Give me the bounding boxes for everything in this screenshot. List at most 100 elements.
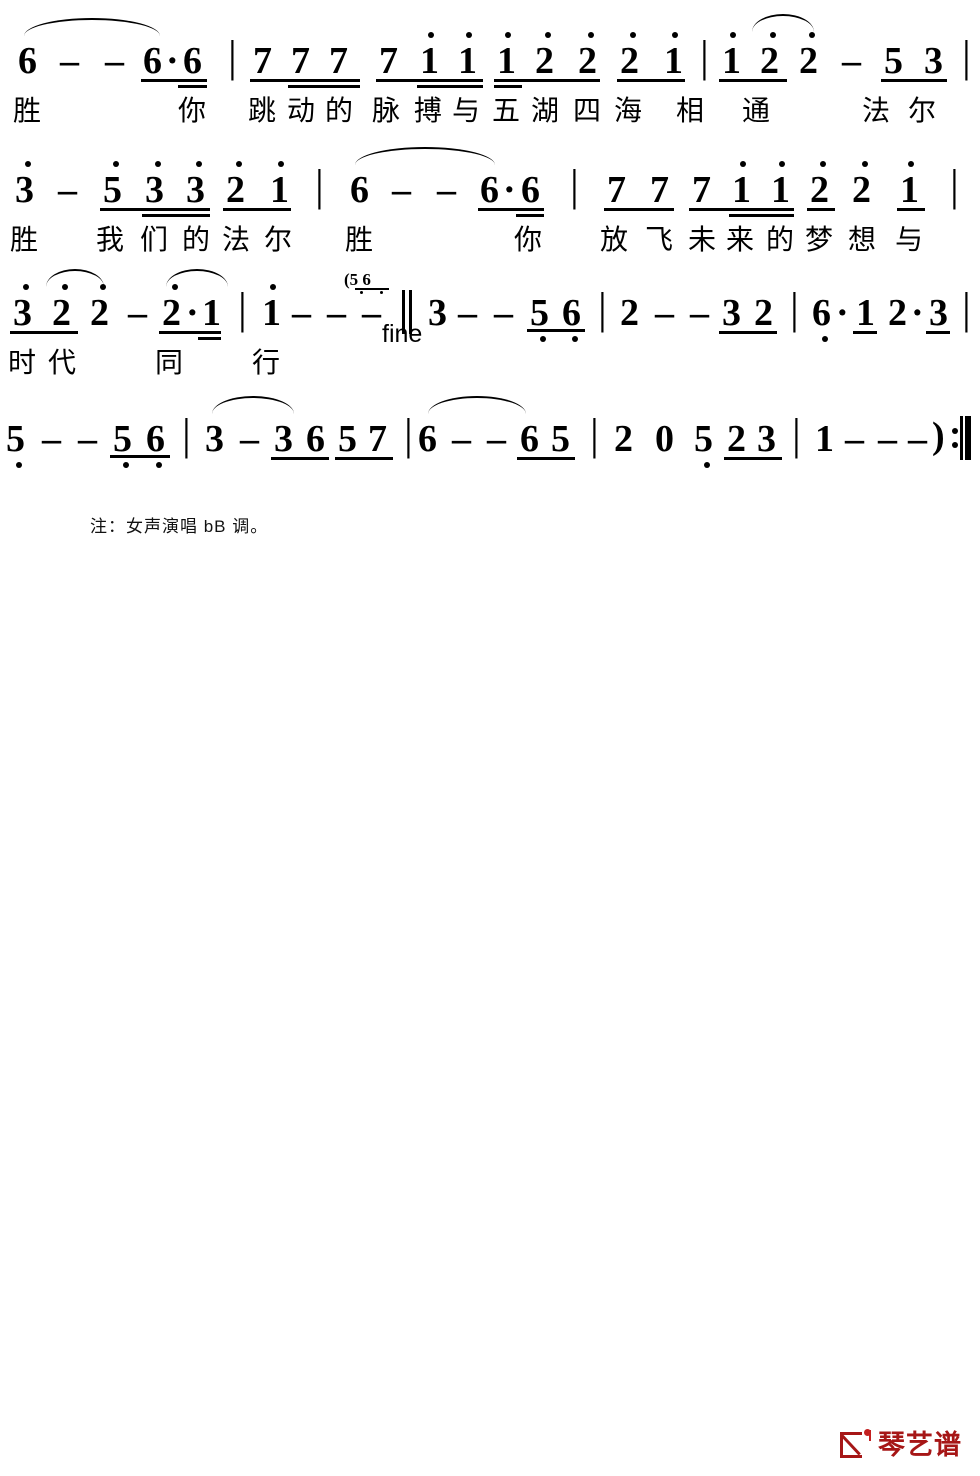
high-octave-dot	[236, 161, 242, 167]
note: 2	[226, 169, 245, 211]
dash: –	[458, 292, 477, 334]
note: 2	[162, 292, 181, 334]
lyric-syllable: 放	[600, 224, 629, 255]
note: 2	[754, 292, 773, 334]
note: 5	[884, 40, 903, 82]
note: 2	[727, 418, 746, 460]
augmentation-dot: ·	[166, 40, 179, 82]
note: 1	[458, 40, 477, 82]
lyric-syllable: 来	[726, 224, 755, 255]
high-octave-dot	[196, 161, 202, 167]
barline: |	[590, 410, 599, 459]
high-octave-dot	[809, 32, 815, 38]
lyric-syllable: 四	[573, 95, 602, 126]
slur	[355, 147, 495, 165]
high-octave-dot	[155, 161, 161, 167]
barline: |	[228, 32, 237, 81]
note: 5	[113, 418, 132, 460]
lyric-row-3: 时 代 同 行	[0, 328, 980, 378]
high-octave-dot	[820, 161, 826, 167]
note: 2	[620, 292, 639, 334]
barline: |	[792, 410, 801, 459]
high-octave-dot	[505, 32, 511, 38]
note: 6	[418, 418, 437, 460]
note: 7	[291, 40, 310, 82]
note: 3	[757, 418, 776, 460]
lyric-syllable: 五	[492, 95, 521, 126]
dash: –	[240, 418, 259, 460]
high-octave-dot	[779, 161, 785, 167]
piano-note-icon	[839, 1428, 873, 1462]
note: 2	[852, 169, 871, 211]
note: 6	[812, 292, 831, 334]
lyric-syllable: 你	[178, 95, 207, 126]
dash: –	[58, 169, 77, 211]
note: 6	[562, 292, 581, 334]
dash: –	[362, 292, 381, 334]
dash: –	[878, 418, 897, 460]
dash: –	[60, 40, 79, 82]
grace-note-annotation: (5 6	[344, 270, 371, 289]
note: 5	[530, 292, 549, 334]
note: 3	[13, 292, 32, 334]
rest: 0	[655, 418, 674, 460]
note: 3	[274, 418, 293, 460]
lyric-syllable: 我	[96, 224, 125, 255]
site-logo: 琴艺谱	[839, 1428, 962, 1462]
lyric-syllable: 胜	[345, 224, 374, 255]
lyric-syllable: 胜	[13, 95, 42, 126]
lyric-syllable: 与	[895, 224, 924, 255]
dash: –	[690, 292, 709, 334]
note: 6	[350, 169, 369, 211]
note: 2	[535, 40, 554, 82]
note: 3	[929, 292, 948, 334]
grace-beam	[355, 288, 389, 290]
note: 6	[306, 418, 325, 460]
augmentation-dot: ·	[911, 292, 924, 334]
dash: –	[845, 418, 864, 460]
note: 2	[760, 40, 779, 82]
barline: |	[700, 32, 709, 81]
high-octave-dot	[466, 32, 472, 38]
logo-text: 琴艺谱	[878, 1430, 962, 1460]
note: 3	[145, 169, 164, 211]
lyric-syllable: 行	[252, 347, 281, 378]
note: 2	[620, 40, 639, 82]
note: 5	[103, 169, 122, 211]
slur	[428, 396, 526, 414]
note-row-2: 3 – 5 3 3 2 1 | 6 – – 6 · 6 | 7 7 7 1 1 …	[0, 143, 980, 217]
note: 1	[202, 292, 221, 334]
barline: |	[962, 32, 971, 81]
high-octave-dot	[770, 32, 776, 38]
barline: |	[570, 161, 579, 210]
note-row-3: 3 2 2 – 2 · 1 | 1 – – – (5 6 fine 3 – – …	[0, 266, 980, 347]
lyric-syllable: 跳	[248, 95, 277, 126]
grace-low-octave-dot	[360, 291, 363, 294]
lyric-syllable: 们	[140, 224, 169, 255]
note: 5	[551, 418, 570, 460]
note: 7	[379, 40, 398, 82]
lyric-syllable: 搏	[414, 95, 443, 126]
note: 5	[694, 418, 713, 460]
lyric-syllable: 湖	[531, 95, 560, 126]
lyric-syllable: 动	[287, 95, 316, 126]
lyric-row-1: 胜 你 跳 动 的 脉 搏 与 五 湖 四 海 相 通 法 尔	[0, 76, 980, 126]
dash: –	[487, 418, 506, 460]
slur	[752, 14, 814, 32]
high-octave-dot	[428, 32, 434, 38]
sheet-music-page: 6 – – 6 · 6 | 7 7 7 7 1 1 1 2 2 2 1 | 1 …	[0, 0, 980, 1476]
barline: |	[962, 284, 971, 333]
lyric-syllable: 你	[514, 224, 543, 255]
lyric-row-2: 胜 我 们 的 法 尔 胜 你 放 飞 未 来 的 梦 想 与	[0, 205, 980, 255]
barline: |	[182, 410, 191, 459]
closing-paren: )	[932, 415, 945, 457]
high-octave-dot	[908, 161, 914, 167]
dash: –	[494, 292, 513, 334]
high-octave-dot	[630, 32, 636, 38]
footnote-key-signature: 注：女声演唱 bB 调。	[90, 517, 269, 536]
music-system-1: 6 – – 6 · 6 | 7 7 7 7 1 1 1 2 2 2 1 | 1 …	[0, 14, 980, 134]
high-octave-dot	[545, 32, 551, 38]
note-row-4: 5 – – 5 6 | 3 – 3 6 5 7 | 6 – – 6 5 | 2 …	[0, 392, 980, 468]
note: 1	[732, 169, 751, 211]
dash: –	[327, 292, 346, 334]
